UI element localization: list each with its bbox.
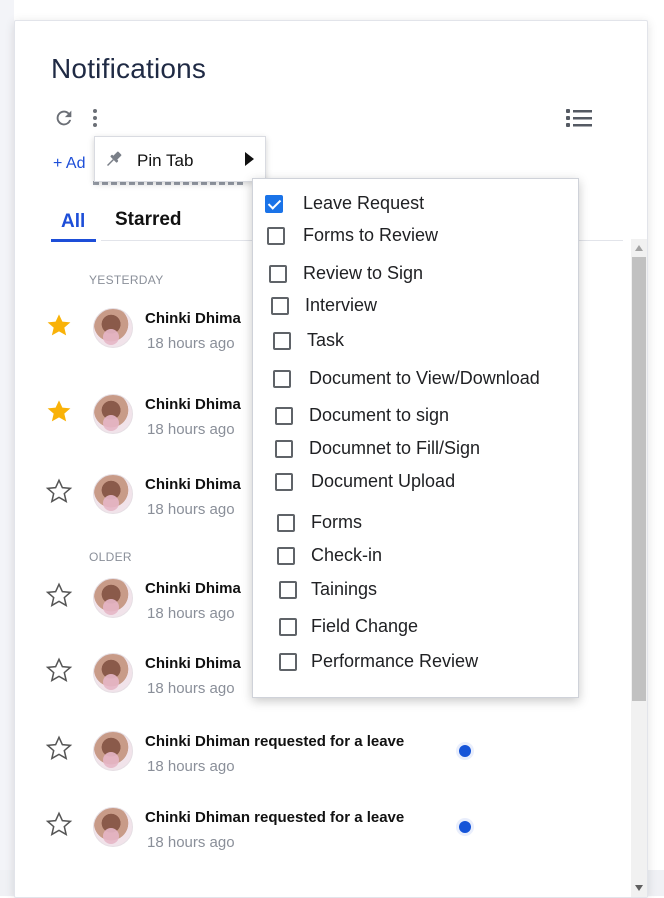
filter-item[interactable]: Document Upload <box>253 467 578 497</box>
filter-checkbox[interactable] <box>267 227 285 245</box>
star-outline-icon[interactable] <box>45 582 73 610</box>
filter-label: Documnet to Fill/Sign <box>309 438 481 458</box>
filter-label: Review to Sign <box>303 263 424 283</box>
avatar <box>93 731 133 771</box>
notification-title[interactable]: Chinki Dhima <box>145 476 241 493</box>
filter-checkbox[interactable] <box>277 547 295 565</box>
filter-label: Task <box>307 330 345 350</box>
filter-item[interactable]: Task <box>253 326 578 356</box>
submenu-arrow-icon <box>245 152 254 166</box>
section-yesterday: YESTERDAY <box>89 273 164 287</box>
scrollbar[interactable] <box>631 239 647 897</box>
filter-checkbox[interactable] <box>265 195 283 213</box>
filter-item[interactable]: Documnet to Fill/Sign <box>253 434 578 464</box>
filter-label: Tainings <box>311 579 378 599</box>
star-outline-icon[interactable] <box>45 735 73 763</box>
filter-checkbox[interactable] <box>275 407 293 425</box>
star-outline-icon[interactable] <box>45 811 73 839</box>
pin-tab-label: Pin Tab <box>137 151 194 170</box>
scrollbar-thumb[interactable] <box>632 257 646 701</box>
filter-checkbox[interactable] <box>271 297 289 315</box>
notification-time: 18 hours ago <box>147 421 235 438</box>
section-older: OLDER <box>89 550 132 564</box>
filter-checkbox[interactable] <box>275 440 293 458</box>
filter-item[interactable]: Tainings <box>253 575 578 605</box>
filter-label: Document to View/Download <box>309 368 540 388</box>
notification-time: 18 hours ago <box>147 501 235 518</box>
filter-checkbox[interactable] <box>279 653 297 671</box>
pin-icon <box>103 148 125 170</box>
notification-title[interactable]: Chinki Dhima <box>145 580 241 597</box>
more-vertical-icon[interactable] <box>89 107 101 129</box>
notification-time: 18 hours ago <box>147 605 235 622</box>
filter-checkbox[interactable] <box>279 581 297 599</box>
filter-checkbox[interactable] <box>277 514 295 532</box>
filter-label: Document Upload <box>311 471 456 491</box>
filter-checkbox[interactable] <box>273 332 291 350</box>
star-outline-icon[interactable] <box>45 657 73 685</box>
star-filled-icon[interactable] <box>45 312 73 340</box>
filter-label: Forms <box>311 512 362 532</box>
filter-label: Document to sign <box>309 405 450 425</box>
filter-checkbox[interactable] <box>279 618 297 636</box>
filter-checkbox[interactable] <box>269 265 287 283</box>
notification-title[interactable]: Chinki Dhiman requested for a leave <box>145 809 404 826</box>
filter-label: Leave Request <box>303 193 425 213</box>
scroll-up-arrow[interactable] <box>635 245 643 251</box>
filter-item[interactable]: Interview <box>253 291 578 321</box>
filter-item[interactable]: Field Change <box>253 612 578 642</box>
avatar <box>93 394 133 434</box>
pin-tab-menu-item[interactable]: Pin Tab <box>94 136 266 182</box>
filter-label: Interview <box>305 295 378 315</box>
filter-label: Forms to Review <box>303 225 439 245</box>
filter-item[interactable]: Check-in <box>253 541 578 571</box>
notification-title[interactable]: Chinki Dhima <box>145 310 241 327</box>
avatar <box>93 653 133 693</box>
notification-title[interactable]: Chinki Dhima <box>145 655 241 672</box>
star-filled-icon[interactable] <box>45 398 73 426</box>
unread-dot <box>459 821 471 833</box>
filter-item[interactable]: Leave Request <box>253 189 578 219</box>
avatar <box>93 474 133 514</box>
scroll-down-arrow[interactable] <box>635 885 643 891</box>
filter-label: Performance Review <box>311 651 479 671</box>
refresh-icon[interactable] <box>53 107 75 129</box>
filter-label: Check-in <box>311 545 383 565</box>
filter-checkbox[interactable] <box>275 473 293 491</box>
active-tab-indicator <box>51 239 96 242</box>
tab-all[interactable]: All <box>61 211 85 233</box>
filter-item[interactable]: Forms to Review <box>253 221 578 251</box>
add-link[interactable]: + Ad <box>53 155 85 173</box>
notification-time: 18 hours ago <box>147 680 235 697</box>
notification-type-filter-menu: Leave Request Forms to Review Review to Si… <box>252 178 579 698</box>
filter-checkbox[interactable] <box>273 370 291 388</box>
avatar <box>93 578 133 618</box>
list-view-icon[interactable] <box>565 107 593 129</box>
filter-item[interactable]: Document to View/Download <box>253 364 578 394</box>
unread-dot <box>459 745 471 757</box>
avatar <box>93 308 133 348</box>
notification-title[interactable]: Chinki Dhima <box>145 396 241 413</box>
background-page-edge <box>0 0 14 896</box>
tab-starred[interactable]: Starred <box>115 209 182 231</box>
notification-time: 18 hours ago <box>147 834 235 851</box>
filter-item[interactable]: Forms <box>253 508 578 538</box>
avatar <box>93 807 133 847</box>
notification-row[interactable]: Chinki Dhiman requested for a leave 18 ho… <box>15 21 615 851</box>
notification-time: 18 hours ago <box>147 758 235 775</box>
star-outline-icon[interactable] <box>45 478 73 506</box>
filter-label: Field Change <box>311 616 419 636</box>
filter-item[interactable]: Performance Review <box>253 647 578 677</box>
filter-item[interactable]: Document to sign <box>253 401 578 431</box>
filter-item[interactable]: Review to Sign <box>253 259 578 289</box>
notification-time: 18 hours ago <box>147 335 235 352</box>
notification-title[interactable]: Chinki Dhiman requested for a leave <box>145 733 404 750</box>
